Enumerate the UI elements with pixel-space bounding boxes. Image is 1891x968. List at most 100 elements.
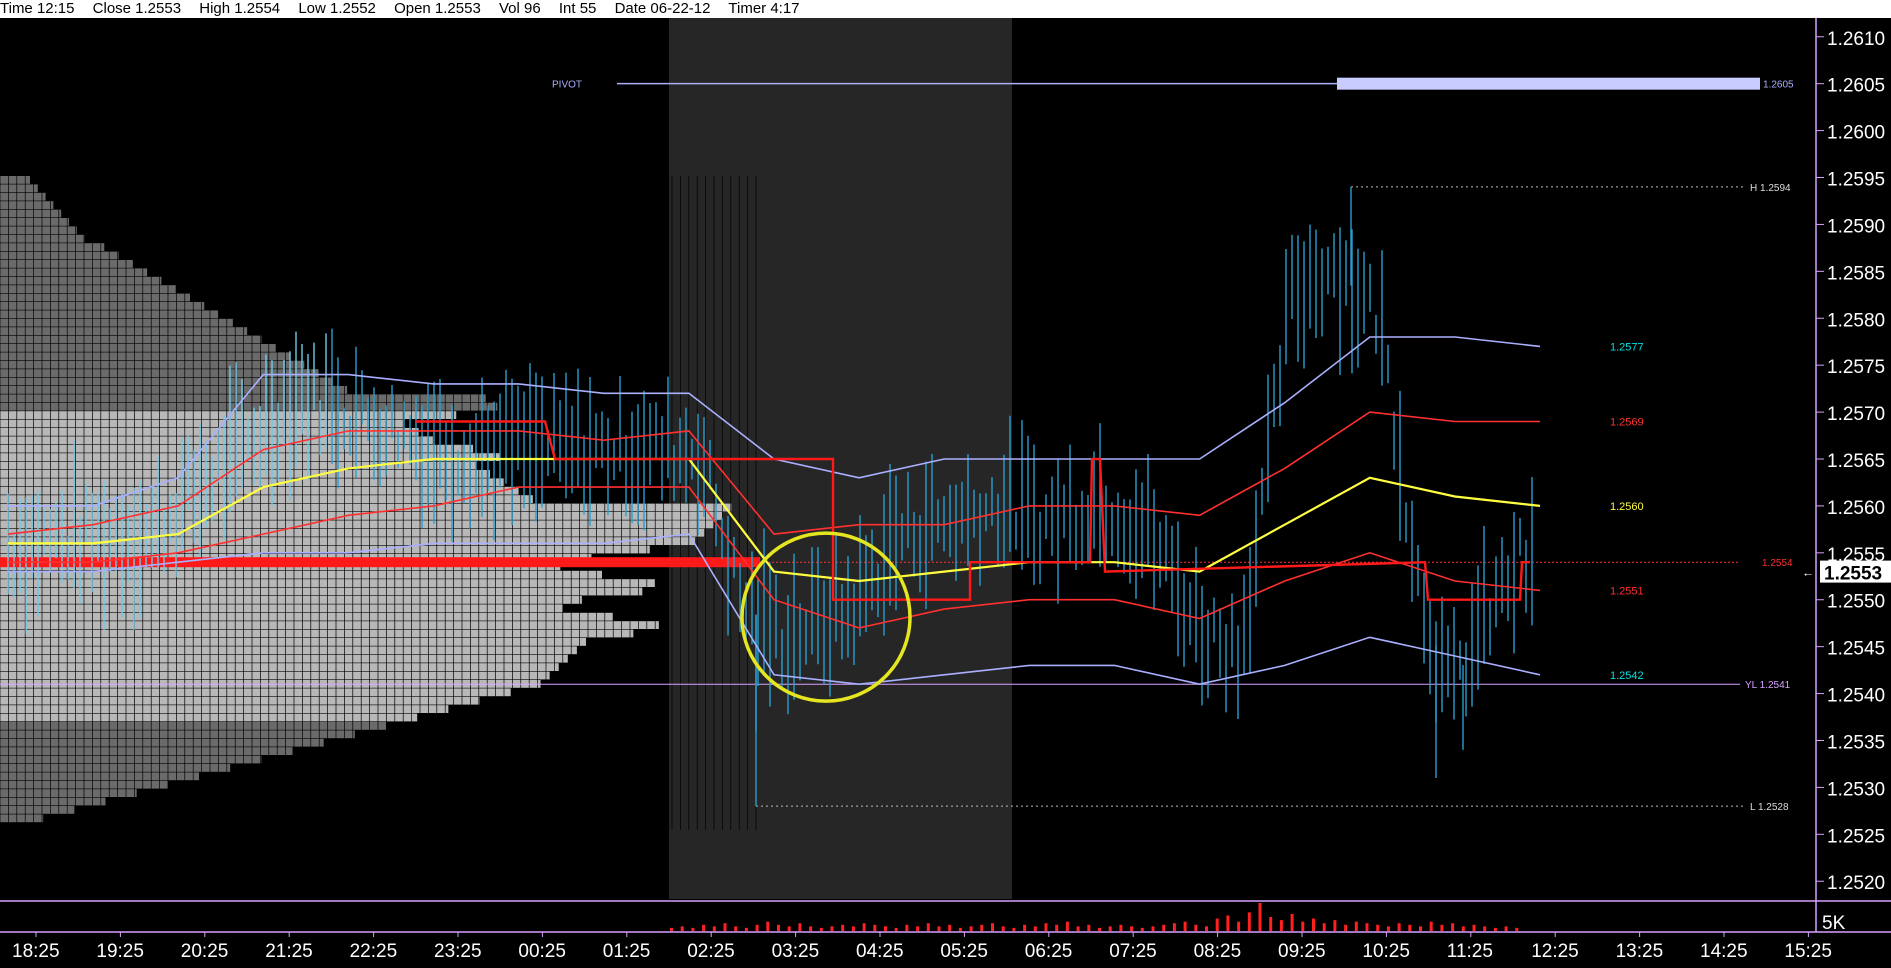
- header-time: Time 12:15: [0, 0, 75, 17]
- price-tick-label: 1.2605: [1827, 76, 1885, 97]
- price-tick-label: 1.2580: [1827, 310, 1885, 331]
- time-tick-label: 07:25: [1109, 941, 1157, 962]
- volume-bar: [1290, 913, 1294, 931]
- header-open: Open 1.2553: [394, 0, 481, 17]
- current-price-label: 1.2553: [1824, 564, 1882, 585]
- volume-bar: [1130, 926, 1134, 931]
- current-price-arrow-icon: ←: [1802, 566, 1814, 580]
- price-tick-label: 1.2525: [1827, 826, 1885, 847]
- price-tick-label: 1.2595: [1827, 170, 1885, 191]
- volume-bar: [1322, 923, 1326, 931]
- volume-bar: [851, 926, 855, 931]
- volume-bar: [1023, 924, 1027, 931]
- volume-bar: [894, 927, 898, 931]
- time-tick-label: 04:25: [856, 941, 904, 962]
- volume-bar: [1140, 927, 1144, 931]
- volume-bar: [680, 926, 684, 931]
- volume-bar: [969, 926, 973, 931]
- volume-bar: [1119, 924, 1123, 931]
- price-chart[interactable]: PIVOT 1.2605 H 1.2594 L 1.2528 YL 1.2541 1.25…: [0, 18, 1891, 968]
- price-tick-label: 1.2565: [1827, 451, 1885, 472]
- price-tick-label: 1.2590: [1827, 216, 1885, 237]
- header-int: Int 55: [558, 0, 597, 17]
- volume-bar: [916, 926, 920, 931]
- time-tick-label: 13:25: [1616, 941, 1664, 962]
- price-tick-label: 1.2530: [1827, 779, 1885, 800]
- volume-bar: [1055, 924, 1059, 931]
- time-tick-label: 19:25: [96, 941, 144, 962]
- volume-bar: [1408, 924, 1412, 931]
- volume-bar: [1397, 923, 1401, 931]
- header-timer: Timer 4:17: [728, 0, 800, 17]
- pivot-value: 1.2605: [1763, 80, 1794, 91]
- time-tick-label: 08:25: [1194, 941, 1242, 962]
- volume-bar: [980, 924, 984, 931]
- volume-bar: [1429, 921, 1433, 931]
- volume-bar: [1269, 917, 1273, 931]
- volume-bar: [1440, 924, 1444, 931]
- time-tick-label: 23:25: [434, 941, 482, 962]
- volume-bar: [1098, 927, 1101, 931]
- time-tick-label: 10:25: [1362, 941, 1410, 962]
- header-date: Date 06-22-12: [614, 0, 711, 17]
- volume-bar: [1076, 926, 1080, 931]
- volume-bar: [958, 927, 962, 931]
- volume-bar: [1194, 924, 1198, 931]
- volume-bar: [744, 927, 748, 931]
- quote-header: Time 12:15 Close 1.2553 High 1.2554 Low …: [0, 0, 1891, 18]
- time-tick-label: 14:25: [1700, 941, 1748, 962]
- price-tick-label: 1.2575: [1827, 357, 1885, 378]
- volume-bar: [1365, 923, 1369, 931]
- price-tick-label: 1.2600: [1827, 123, 1885, 144]
- band-label-1.2551: 1.2551: [1610, 585, 1644, 597]
- time-tick-label: 03:25: [772, 941, 820, 962]
- volume-bar: [1333, 920, 1337, 931]
- price-tick-label: 1.2540: [1827, 686, 1885, 707]
- volume-bar: [766, 921, 770, 931]
- volume-bar: [1376, 924, 1380, 931]
- volume-bar: [1451, 923, 1455, 931]
- volume-bar: [1312, 918, 1315, 931]
- volume-bar: [926, 923, 930, 931]
- volume-bar: [702, 924, 706, 931]
- volume-bar: [905, 924, 909, 931]
- band-label-1.2560: 1.2560: [1610, 501, 1644, 513]
- volume-axis-label: 5K: [1822, 913, 1846, 934]
- volume-bar: [798, 923, 802, 931]
- volume-bar: [734, 926, 738, 931]
- time-tick-label: 01:25: [603, 941, 651, 962]
- price-tick-label: 1.2585: [1827, 263, 1885, 284]
- time-tick-label: 09:25: [1278, 941, 1326, 962]
- volume-bar: [1515, 927, 1519, 931]
- volume-bar: [670, 927, 673, 931]
- volume-bar: [1344, 924, 1348, 931]
- price-tick-label: 1.2520: [1827, 873, 1885, 894]
- high-label: H 1.2594: [1750, 183, 1791, 194]
- volume-bar: [712, 926, 716, 931]
- poc-extension-label: 1.2554: [1762, 558, 1793, 569]
- volume-bar: [787, 926, 791, 931]
- volume-bar: [1301, 921, 1305, 931]
- volume-bar: [1033, 926, 1037, 931]
- band-label-1.2577: 1.2577: [1610, 341, 1644, 353]
- time-tick-label: 11:25: [1447, 941, 1493, 962]
- volume-bar: [809, 926, 813, 931]
- yesterday-low-label: YL 1.2541: [1745, 680, 1791, 691]
- band-label-1.2542: 1.2542: [1610, 670, 1644, 682]
- volume-bar: [1087, 924, 1091, 931]
- volume-bar: [1151, 926, 1155, 931]
- volume-bar: [1419, 926, 1422, 931]
- volume-bar: [884, 926, 887, 931]
- time-tick-label: 05:25: [940, 941, 988, 962]
- header-high: High 1.2554: [199, 0, 281, 17]
- band-label-1.2569: 1.2569: [1610, 416, 1644, 428]
- volume-bar: [1065, 921, 1069, 931]
- time-tick-label: 15:25: [1784, 941, 1832, 962]
- volume-bar: [1247, 912, 1251, 931]
- volume-bar: [991, 923, 994, 931]
- header-low: Low 1.2552: [298, 0, 376, 17]
- volume-bar: [1493, 927, 1497, 931]
- time-tick-label: 06:25: [1025, 941, 1073, 962]
- price-tick-label: 1.2545: [1827, 639, 1885, 660]
- volume-bar: [1483, 926, 1487, 931]
